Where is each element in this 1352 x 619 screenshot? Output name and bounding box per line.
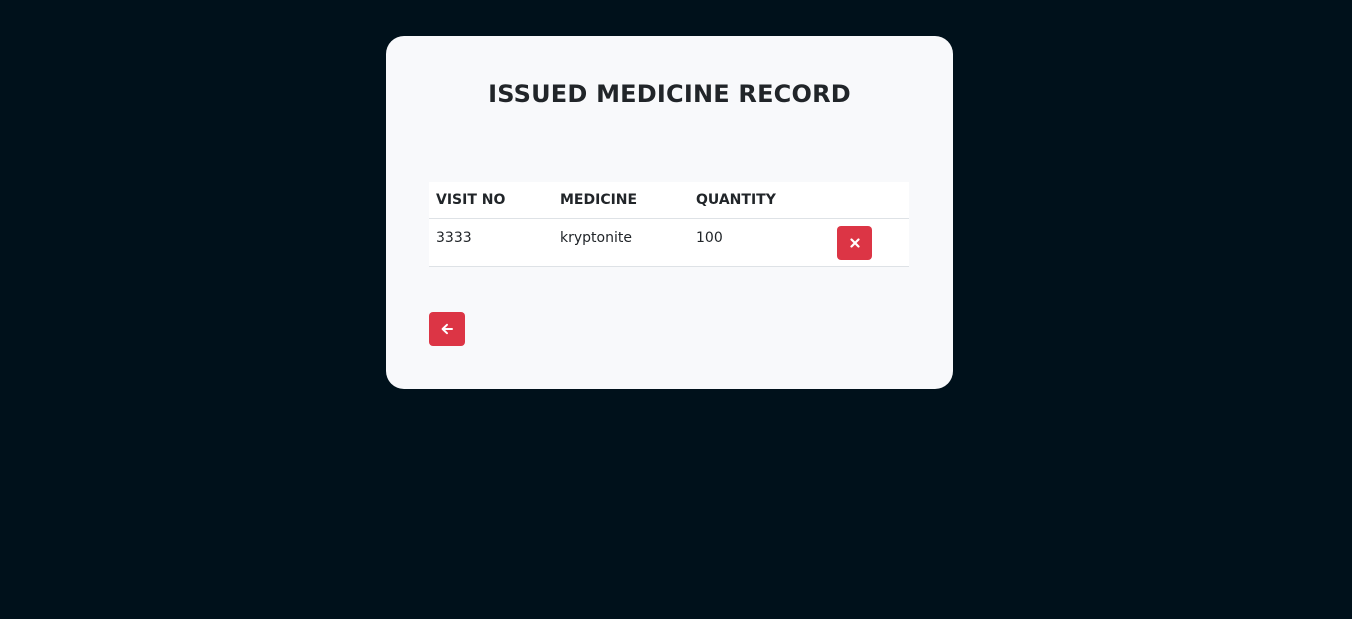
cell-quantity: 100 — [689, 218, 830, 267]
close-icon — [849, 238, 860, 248]
issued-medicine-table: VISIT NO MEDICINE QUANTITY 3333 kryptoni… — [429, 182, 909, 267]
arrow-left-icon — [441, 323, 453, 335]
table-header-row: VISIT NO MEDICINE QUANTITY — [429, 182, 909, 219]
header-visit-no: VISIT NO — [429, 182, 553, 219]
cell-visit-no: 3333 — [429, 218, 553, 267]
table-row: 3333 kryptonite 100 — [429, 218, 909, 267]
cell-action — [830, 218, 909, 267]
header-action — [830, 182, 909, 219]
delete-record-button[interactable] — [837, 226, 872, 260]
header-medicine: MEDICINE — [553, 182, 689, 219]
page-title: ISSUED MEDICINE RECORD — [488, 80, 851, 108]
issued-medicine-card: ISSUED MEDICINE RECORD VISIT NO MEDICINE… — [386, 36, 953, 389]
back-button[interactable] — [429, 312, 465, 346]
header-quantity: QUANTITY — [689, 182, 830, 219]
cell-medicine: kryptonite — [553, 218, 689, 267]
